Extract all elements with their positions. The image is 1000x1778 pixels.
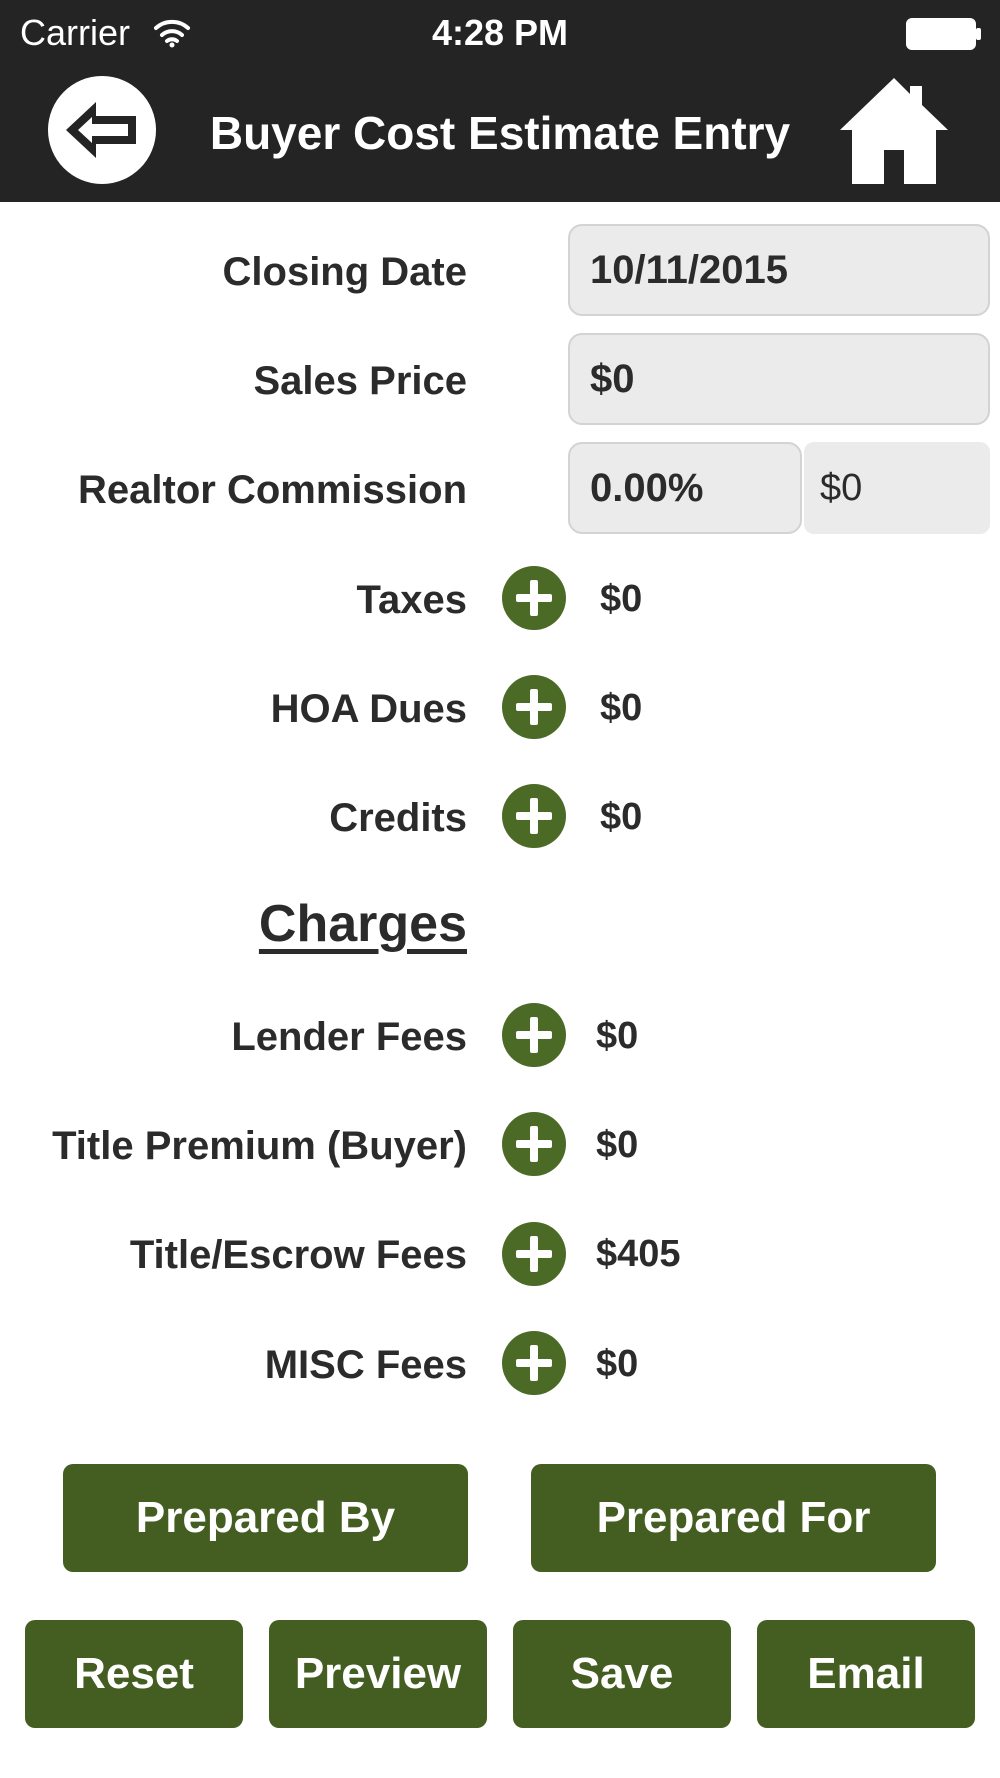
hoa-dues-label: HOA Dues: [270, 687, 467, 731]
add-taxes-icon[interactable]: [502, 566, 566, 630]
misc-fees-label: MISC Fees: [264, 1343, 467, 1387]
back-button[interactable]: [48, 76, 156, 184]
add-misc-fees-icon[interactable]: [502, 1331, 566, 1395]
misc-fees-value: $0: [596, 1343, 639, 1385]
sales-price-field[interactable]: $0: [568, 333, 990, 425]
sales-price-label: Sales Price: [253, 359, 468, 403]
nav-bar: Carrier 4:28 PM Buyer Cost Estimate Entr…: [0, 0, 1000, 202]
lender-fees-label: Lender Fees: [231, 1015, 467, 1059]
add-title-premium-icon[interactable]: [502, 1112, 566, 1176]
email-button[interactable]: Email: [757, 1620, 975, 1728]
title-escrow-fees-label: Title/Escrow Fees: [129, 1233, 467, 1277]
realtor-commission-label: Realtor Commission: [78, 468, 467, 512]
status-time: 4:28 PM: [431, 12, 569, 53]
taxes-label: Taxes: [356, 578, 467, 622]
title-escrow-fees-value: $405: [596, 1233, 681, 1275]
charges-heading: Charges: [258, 895, 467, 953]
preview-button[interactable]: Preview: [269, 1620, 487, 1728]
prepared-by-button[interactable]: Prepared By: [63, 1464, 468, 1572]
home-icon[interactable]: [836, 74, 952, 186]
back-arrow-icon: [66, 102, 136, 158]
lender-fees-value: $0: [596, 1015, 639, 1057]
prepared-for-button[interactable]: Prepared For: [531, 1464, 936, 1572]
status-bar: Carrier 4:28 PM: [0, 0, 1000, 64]
closing-date-label: Closing Date: [222, 250, 467, 294]
page-title: Buyer Cost Estimate Entry: [209, 107, 791, 159]
commission-amount-field: $0: [804, 442, 990, 534]
closing-date-field[interactable]: 10/11/2015: [568, 224, 990, 316]
commission-percent-field[interactable]: 0.00%: [568, 442, 802, 534]
taxes-value: $0: [600, 578, 643, 620]
credits-label: Credits: [329, 796, 467, 840]
add-credits-icon[interactable]: [502, 784, 566, 848]
save-button[interactable]: Save: [513, 1620, 731, 1728]
battery-icon: [906, 18, 981, 50]
hoa-dues-value: $0: [600, 687, 643, 729]
add-lender-fees-icon[interactable]: [502, 1003, 566, 1067]
reset-button[interactable]: Reset: [25, 1620, 243, 1728]
title-premium-value: $0: [596, 1124, 639, 1166]
add-title-escrow-fees-icon[interactable]: [502, 1222, 566, 1286]
add-hoa-dues-icon[interactable]: [502, 675, 566, 739]
title-premium-label: Title Premium (Buyer): [52, 1124, 467, 1168]
credits-value: $0: [600, 796, 643, 838]
